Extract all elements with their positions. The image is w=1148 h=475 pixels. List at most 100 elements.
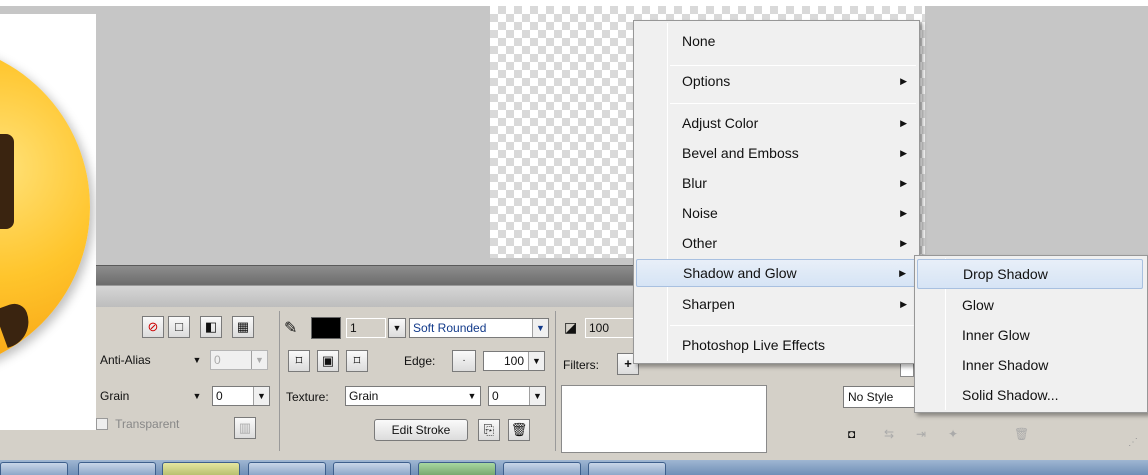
submenu-item-label: Glow [962, 297, 994, 313]
anti-alias-amount-value: 0 [214, 353, 221, 367]
edge-value-field[interactable]: 100 ▼ [483, 351, 545, 371]
stroke-size-field[interactable]: 1 [346, 318, 386, 338]
taskbar-button[interactable] [333, 462, 411, 475]
emoji-image [0, 14, 96, 430]
menu-item-label: Options [682, 73, 731, 89]
menu-item-label: None [682, 33, 716, 49]
dropdown-arrow-icon: ▼ [529, 387, 545, 405]
texture-amount-select[interactable]: 0 ▼ [488, 386, 546, 406]
checkbox-icon [96, 418, 108, 430]
shadow-and-glow-submenu: Drop Shadow Glow Inner Glow Inner Shadow… [914, 255, 1148, 413]
transparent-label: Transparent [115, 417, 180, 431]
stroke-outside-icon[interactable]: ⌑ [346, 350, 368, 372]
style-select[interactable]: No Style [843, 386, 915, 408]
dropdown-arrow-icon: ▼ [251, 351, 267, 369]
dropdown-arrow-icon: ▼ [464, 387, 480, 405]
solid-fill-icon[interactable]: □ [168, 316, 190, 338]
menu-item-options[interactable]: Options ▶ [636, 67, 917, 95]
submenu-arrow-icon: ▶ [900, 238, 907, 248]
dropdown-arrow-icon: ▼ [532, 319, 548, 337]
submenu-arrow-icon: ▶ [899, 268, 906, 278]
menu-item-other[interactable]: Other ▶ [636, 229, 917, 257]
menu-item-label: Shadow and Glow [683, 265, 797, 281]
menu-item-bevel-and-emboss[interactable]: Bevel and Emboss ▶ [636, 139, 917, 167]
grain-amount-select[interactable]: 0 ▼ [212, 386, 270, 406]
no-fill-icon[interactable]: ⊘ [142, 316, 164, 338]
submenu-item-glow[interactable]: Glow [917, 290, 1143, 320]
taskbar-button[interactable] [588, 462, 666, 475]
submenu-arrow-icon: ▶ [900, 76, 907, 86]
edge-slider-handle[interactable]: · [452, 350, 476, 372]
pattern-fill-icon[interactable]: ▦ [232, 316, 254, 338]
break-style-icon[interactable]: ⇥ [916, 427, 926, 441]
submenu-arrow-icon: ▶ [900, 148, 907, 158]
menu-item-sharpen[interactable]: Sharpen ▶ [636, 290, 917, 318]
dropdown-arrow-icon: ▼ [192, 355, 202, 365]
redefine-style-icon[interactable]: ⇆ [884, 427, 894, 441]
menu-item-none[interactable]: None [636, 27, 917, 55]
stroke-inside-icon[interactable]: ⌑ [288, 350, 310, 372]
menu-item-label: Adjust Color [682, 115, 759, 131]
stroke-size-value: 1 [350, 321, 357, 335]
delete-stroke-icon[interactable]: 🗑 [508, 419, 530, 441]
emoji-eye [0, 134, 14, 229]
anti-alias-amount-select[interactable]: 0 ▼ [210, 350, 268, 370]
new-style-icon[interactable]: ◘ [848, 427, 855, 441]
menu-separator [670, 65, 916, 66]
delete-style-icon[interactable]: 🗑 [1014, 427, 1029, 441]
opacity-field[interactable]: 100 [585, 318, 635, 338]
taskbar [0, 460, 1148, 475]
dropdown-arrow-icon: ▼ [192, 391, 202, 401]
style-options-icon[interactable]: ✦ [948, 427, 958, 441]
texture-select[interactable]: Grain ▼ [345, 386, 481, 406]
divider [555, 311, 556, 451]
taskbar-button[interactable] [503, 462, 581, 475]
edge-label: Edge: [404, 354, 436, 368]
save-stroke-icon[interactable]: ⎘ [478, 419, 500, 441]
transparent-checkbox[interactable]: Transparent [96, 417, 179, 431]
opacity-value: 100 [589, 321, 610, 335]
submenu-item-inner-shadow[interactable]: Inner Shadow [917, 350, 1143, 380]
menu-item-adjust-color[interactable]: Adjust Color ▶ [636, 109, 917, 137]
submenu-item-label: Inner Glow [962, 327, 1030, 343]
transparent-option-icon[interactable]: ▥ [234, 417, 256, 439]
menu-item-photoshop-live-effects[interactable]: Photoshop Live Effects [636, 331, 917, 359]
stroke-center-icon[interactable]: ▣ [317, 350, 339, 372]
taskbar-button[interactable] [418, 462, 496, 475]
filters-list[interactable] [561, 385, 767, 453]
taskbar-button[interactable] [0, 462, 68, 475]
anti-alias-select[interactable]: Anti-Alias ▼ [96, 350, 206, 370]
stroke-size-dropdown[interactable]: ▼ [388, 318, 406, 338]
submenu-item-drop-shadow[interactable]: Drop Shadow [917, 259, 1143, 289]
taskbar-button[interactable] [248, 462, 326, 475]
submenu-item-solid-shadow[interactable]: Solid Shadow... [917, 380, 1143, 410]
divider [279, 311, 280, 451]
resize-grip-icon[interactable]: ⋰ [1128, 437, 1138, 448]
taskbar-button[interactable] [78, 462, 156, 475]
menu-separator [670, 325, 916, 326]
menu-item-label: Sharpen [682, 296, 735, 312]
stroke-type-value: Soft Rounded [413, 321, 487, 335]
grain-amount-value: 0 [216, 389, 223, 403]
menu-item-noise[interactable]: Noise ▶ [636, 199, 917, 227]
texture-value: Grain [349, 389, 379, 403]
menu-item-blur[interactable]: Blur ▶ [636, 169, 917, 197]
filters-label: Filters: [563, 358, 599, 372]
menu-item-shadow-and-glow[interactable]: Shadow and Glow ▶ [636, 259, 917, 287]
submenu-arrow-icon: ▶ [900, 178, 907, 188]
submenu-item-inner-glow[interactable]: Inner Glow [917, 320, 1143, 350]
texture-label: Texture: [286, 390, 329, 404]
edit-stroke-button[interactable]: Edit Stroke [374, 419, 468, 441]
submenu-item-label: Inner Shadow [962, 357, 1049, 373]
menu-item-label: Noise [682, 205, 718, 221]
taskbar-button[interactable] [162, 462, 240, 475]
opacity-icon: ◪ [564, 319, 578, 335]
stroke-color-swatch[interactable] [311, 317, 341, 339]
texture-amount-value: 0 [492, 389, 499, 403]
gradient-fill-icon[interactable]: ◧ [200, 316, 222, 338]
stroke-type-select[interactable]: Soft Rounded ▼ [409, 318, 549, 338]
edge-value: 100 [503, 354, 524, 368]
grain-select[interactable]: Grain ▼ [96, 386, 206, 406]
submenu-item-label: Solid Shadow... [962, 387, 1059, 403]
grain-value: Grain [100, 389, 130, 403]
